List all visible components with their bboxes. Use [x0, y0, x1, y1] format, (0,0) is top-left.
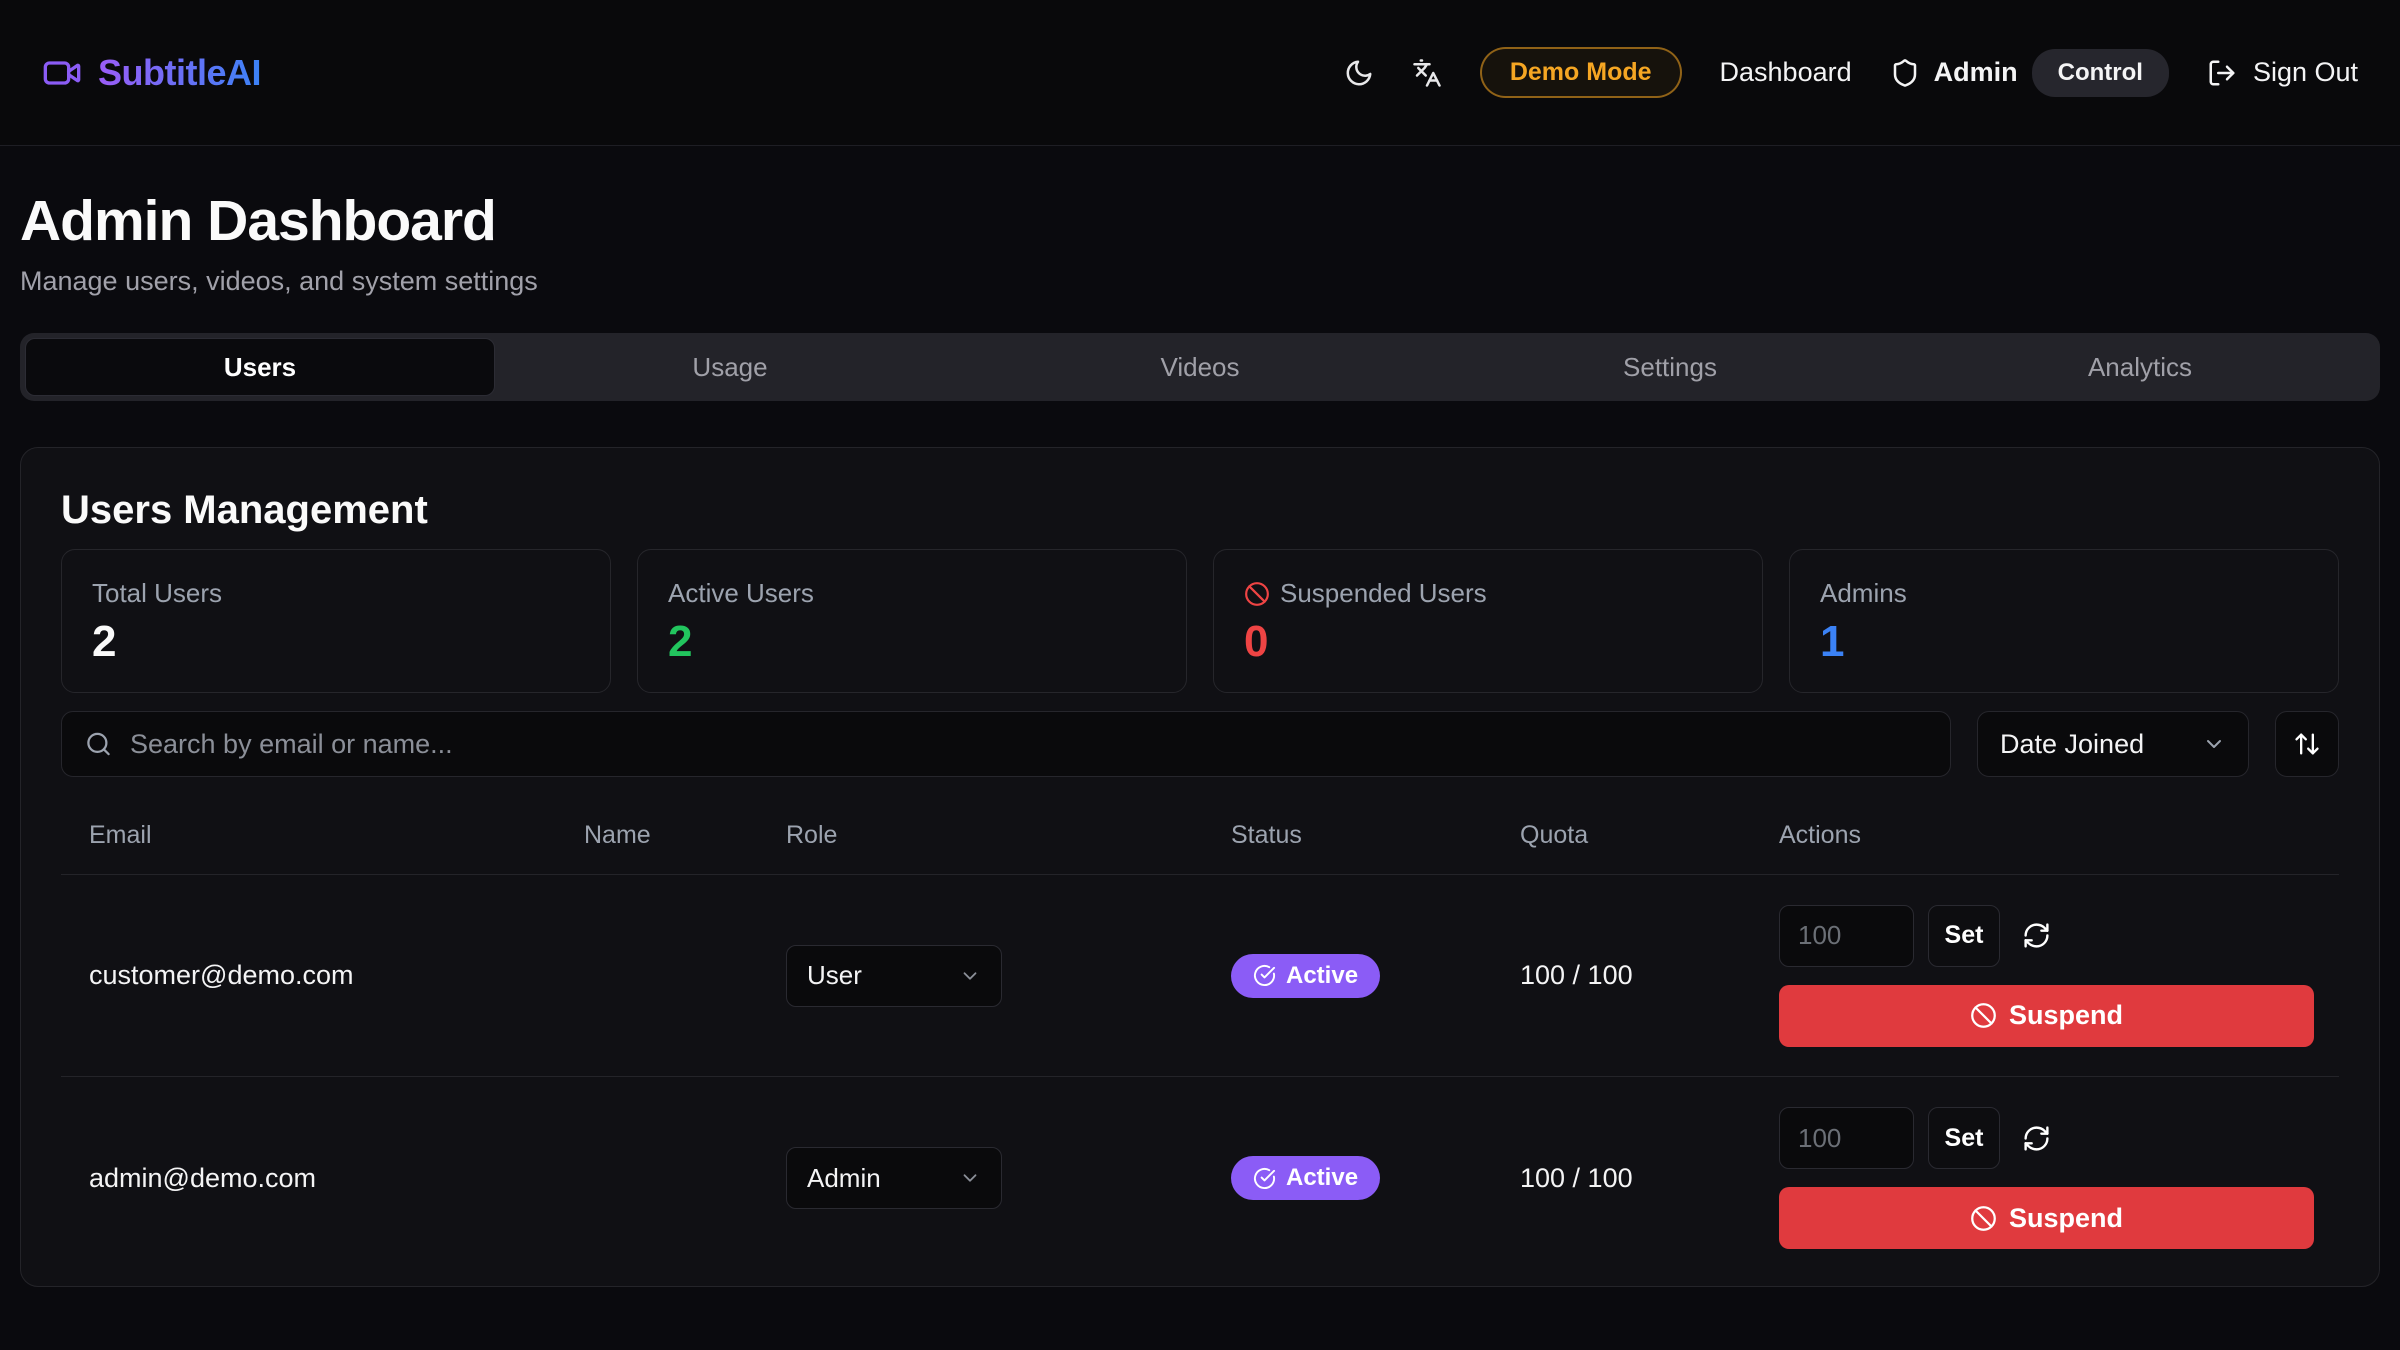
dashboard-link[interactable]: Dashboard: [1720, 57, 1852, 88]
actions-cell: Set: [1751, 1107, 2339, 1249]
chevron-down-icon: [2202, 732, 2226, 756]
reset-quota-button[interactable]: [2022, 921, 2051, 950]
tab-usage[interactable]: Usage: [495, 338, 965, 396]
search-icon: [85, 731, 112, 758]
status-badge: Active: [1231, 1156, 1380, 1200]
suspend-button[interactable]: Suspend: [1779, 1187, 2314, 1249]
sign-out-button[interactable]: Sign Out: [2207, 57, 2358, 88]
stat-cards: Total Users 2 Active Users 2 Suspended U…: [61, 549, 2339, 693]
suspend-label: Suspend: [2009, 1203, 2123, 1234]
languages-icon: [1412, 58, 1442, 88]
role-select[interactable]: User: [786, 945, 1002, 1007]
role-value: User: [807, 960, 862, 991]
refresh-icon: [2022, 921, 2051, 950]
demo-mode-badge: Demo Mode: [1480, 47, 1682, 98]
tab-analytics[interactable]: Analytics: [1905, 338, 2375, 396]
status-label: Active: [1286, 1164, 1358, 1192]
role-select[interactable]: Admin: [786, 1147, 1002, 1209]
reset-quota-button[interactable]: [2022, 1124, 2051, 1153]
status-label: Active: [1286, 962, 1358, 990]
stat-card-admins: Admins 1: [1789, 549, 2339, 693]
search-input[interactable]: [61, 711, 1951, 777]
column-actions: Actions: [1751, 821, 2339, 850]
admin-indicator: Admin Control: [1890, 49, 2169, 97]
shield-icon: [1890, 58, 1920, 88]
sort-field-value: Date Joined: [2000, 729, 2144, 760]
tab-settings[interactable]: Settings: [1435, 338, 1905, 396]
chevron-down-icon: [959, 965, 981, 987]
table-row: customer@demo.com User: [61, 875, 2339, 1077]
sort-direction-button[interactable]: [2275, 711, 2339, 777]
video-icon: [42, 53, 82, 93]
table-header: Email Name Role Status Quota Actions: [61, 779, 2339, 875]
stat-label: Admins: [1820, 578, 1907, 609]
navbar-actions: Demo Mode Dashboard Admin Control Sign O…: [1344, 47, 2358, 98]
column-quota: Quota: [1492, 821, 1751, 850]
stat-label: Total Users: [92, 578, 222, 609]
search-wrapper: [61, 711, 1951, 777]
refresh-icon: [2022, 1124, 2051, 1153]
users-management-panel: Users Management Total Users 2 Active Us…: [20, 447, 2380, 1287]
panel-title: Users Management: [61, 488, 2339, 533]
sign-out-label: Sign Out: [2253, 57, 2358, 88]
suspend-label: Suspend: [2009, 1000, 2123, 1031]
language-toggle-button[interactable]: [1412, 58, 1442, 88]
column-email: Email: [61, 821, 556, 850]
theme-toggle-button[interactable]: [1344, 58, 1374, 88]
sort-icon: [2293, 730, 2321, 758]
control-badge: Control: [2032, 49, 2169, 97]
tab-users[interactable]: Users: [25, 338, 495, 396]
stat-card-total-users: Total Users 2: [61, 549, 611, 693]
brand[interactable]: SubtitleAI: [42, 52, 261, 94]
check-circle-icon: [1253, 964, 1276, 987]
quota-value: 100 / 100: [1492, 1163, 1751, 1194]
chevron-down-icon: [959, 1167, 981, 1189]
navbar: SubtitleAI Demo Mode Dashboard: [0, 0, 2400, 146]
ban-icon: [1970, 1205, 1997, 1232]
page-subtitle: Manage users, videos, and system setting…: [20, 266, 2380, 297]
role-value: Admin: [807, 1163, 881, 1194]
quota-input[interactable]: [1779, 1107, 1914, 1169]
brand-name: SubtitleAI: [98, 52, 261, 94]
table-toolbar: Date Joined: [61, 711, 2339, 777]
stat-label: Suspended Users: [1280, 578, 1487, 609]
set-quota-button[interactable]: Set: [1928, 905, 2000, 967]
stat-label: Active Users: [668, 578, 814, 609]
user-email: admin@demo.com: [61, 1163, 556, 1194]
tab-videos[interactable]: Videos: [965, 338, 1435, 396]
stat-value: 1: [1820, 617, 2308, 667]
set-quota-button[interactable]: Set: [1928, 1107, 2000, 1169]
table-row: admin@demo.com Admin: [61, 1077, 2339, 1279]
stat-card-suspended-users: Suspended Users 0: [1213, 549, 1763, 693]
ban-icon: [1244, 581, 1270, 607]
stat-value: 2: [92, 617, 580, 667]
tab-bar: Users Usage Videos Settings Analytics: [20, 333, 2380, 401]
column-role: Role: [758, 821, 1203, 850]
column-status: Status: [1203, 821, 1492, 850]
moon-icon: [1344, 58, 1374, 88]
logout-icon: [2207, 58, 2237, 88]
check-circle-icon: [1253, 1167, 1276, 1190]
ban-icon: [1970, 1002, 1997, 1029]
sort-field-select[interactable]: Date Joined: [1977, 711, 2249, 777]
user-email: customer@demo.com: [61, 960, 556, 991]
suspend-button[interactable]: Suspend: [1779, 985, 2314, 1047]
quota-input[interactable]: [1779, 905, 1914, 967]
quota-value: 100 / 100: [1492, 960, 1751, 991]
actions-cell: Set: [1751, 905, 2339, 1047]
admin-label: Admin: [1934, 57, 2018, 88]
main-content: Admin Dashboard Manage users, videos, an…: [0, 188, 2400, 1287]
stat-value: 2: [668, 617, 1156, 667]
column-name: Name: [556, 821, 758, 850]
stat-card-active-users: Active Users 2: [637, 549, 1187, 693]
stat-value: 0: [1244, 617, 1732, 667]
status-badge: Active: [1231, 954, 1380, 998]
page-title: Admin Dashboard: [20, 188, 2380, 254]
users-table: Email Name Role Status Quota Actions cus…: [61, 779, 2339, 1279]
